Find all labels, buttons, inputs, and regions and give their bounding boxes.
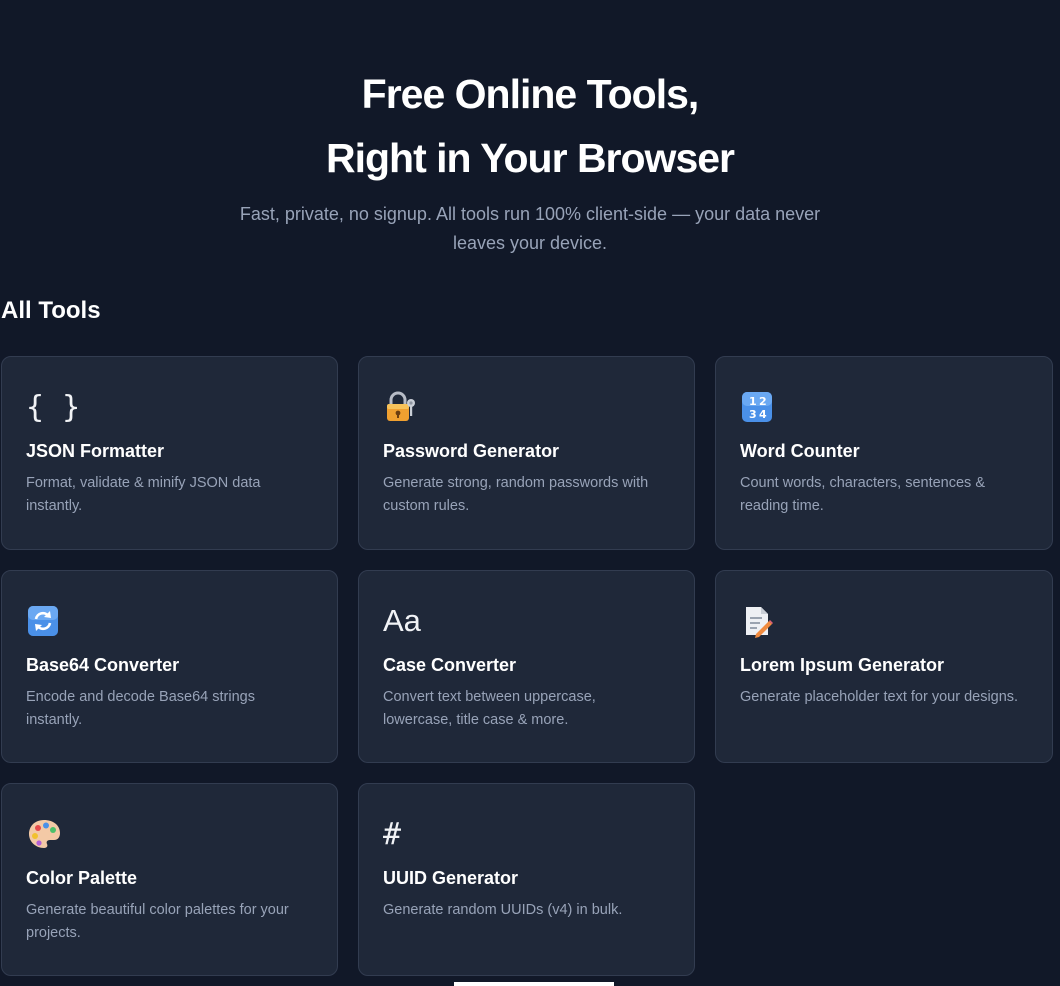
tool-card-base64-converter[interactable]: Base64 Converter Encode and decode Base6…: [1, 570, 338, 763]
hero: Free Online Tools, Right in Your Browser…: [0, 62, 1060, 258]
tool-description: Generate beautiful color palettes for yo…: [26, 902, 289, 941]
tools-grid: { } JSON Formatter Format, validate & mi…: [1, 356, 1053, 976]
tool-description: Convert text between uppercase, lowercas…: [383, 689, 596, 728]
svg-text:2: 2: [759, 395, 767, 408]
lock-key-icon: [383, 389, 670, 425]
hero-title-line2: Right in Your Browser: [325, 135, 735, 181]
memo-icon: [740, 603, 1028, 639]
hero-title-line1: Free Online Tools,: [361, 71, 700, 117]
tool-card-password-generator[interactable]: Password Generator Generate strong, rand…: [358, 356, 695, 550]
bottom-scroll-indicator: [454, 982, 614, 986]
page: Free Online Tools, Right in Your Browser…: [0, 0, 1060, 986]
braces-icon: { }: [26, 389, 81, 425]
tool-title: Base64 Converter: [26, 655, 180, 675]
svg-text:3: 3: [749, 408, 757, 421]
tool-description: Count words, characters, sentences & rea…: [740, 475, 986, 514]
tool-title: Color Palette: [26, 868, 138, 888]
refresh-icon: [26, 603, 313, 639]
palette-icon: [26, 816, 313, 852]
section-title: All Tools: [1, 297, 101, 324]
text-case-icon: Aa: [383, 603, 421, 638]
tool-card-color-palette[interactable]: Color Palette Generate beautiful color p…: [1, 783, 338, 976]
hash-icon: #: [383, 816, 402, 852]
tool-card-json-formatter[interactable]: { } JSON Formatter Format, validate & mi…: [1, 356, 338, 550]
tool-description: Encode and decode Base64 strings instant…: [26, 689, 255, 728]
tool-card-uuid-generator[interactable]: # UUID Generator Generate random UUIDs (…: [358, 783, 695, 976]
tool-title: Case Converter: [383, 655, 517, 675]
tool-card-case-converter[interactable]: Aa Case Converter Convert text between u…: [358, 570, 695, 763]
tool-title: Word Counter: [740, 441, 860, 461]
tool-title: Lorem Ipsum Generator: [740, 655, 945, 675]
tool-card-lorem-ipsum-generator[interactable]: Lorem Ipsum Generator Generate placehold…: [715, 570, 1053, 763]
tool-description: Generate strong, random passwords with c…: [383, 475, 649, 514]
hero-subtitle: Fast, private, no signup. All tools run …: [239, 204, 821, 253]
tool-title: JSON Formatter: [26, 441, 165, 461]
tool-description: Format, validate & minify JSON data inst…: [26, 475, 261, 514]
tool-description: Generate placeholder text for your desig…: [740, 689, 1019, 705]
svg-text:4: 4: [759, 408, 767, 421]
tool-title: Password Generator: [383, 441, 560, 461]
tool-title: UUID Generator: [383, 868, 519, 888]
tool-card-word-counter[interactable]: 1 2 3 4 Word Counter Count words, charac…: [715, 356, 1053, 550]
svg-text:1: 1: [749, 395, 757, 408]
tool-description: Generate random UUIDs (v4) in bulk.: [383, 902, 623, 918]
numbers-icon: 1 2 3 4: [740, 389, 1028, 425]
hero-title: Free Online Tools, Right in Your Browser: [0, 62, 1060, 190]
